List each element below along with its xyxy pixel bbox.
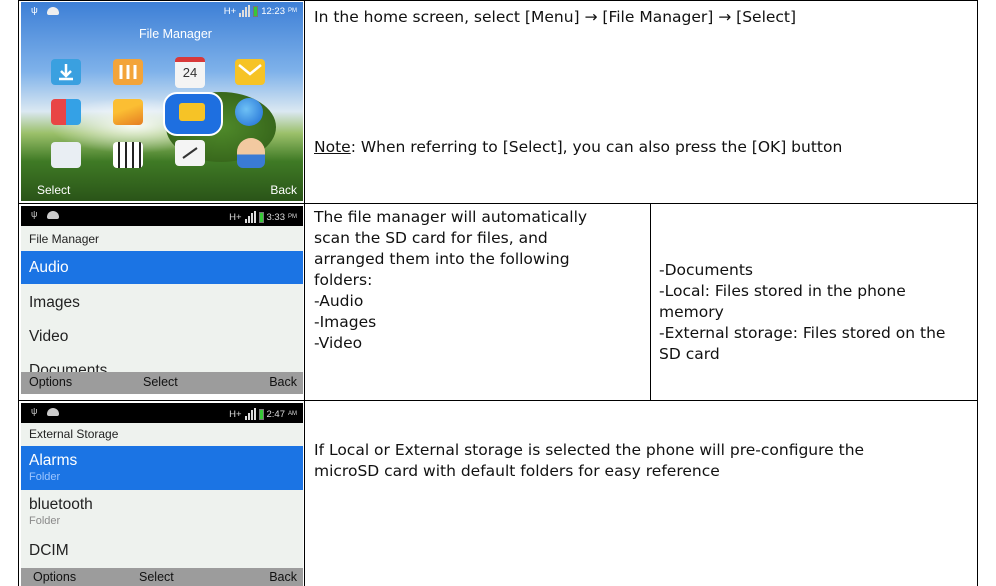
instruction-cell-1: In the home screen, select [Menu] → [Fil… [314, 7, 974, 28]
list-item-label: Video [29, 328, 69, 345]
description-cell-2b: -Documents -Local: Files stored in the p… [659, 260, 975, 365]
list-item-type: Folder [29, 515, 61, 527]
usb-icon: ψ [31, 406, 38, 416]
status-time: 12:23 [261, 5, 285, 17]
softkey-select[interactable]: Select [37, 183, 70, 197]
note-body: : When referring to [Select], you can al… [350, 138, 843, 156]
softkey-options[interactable]: Options [29, 375, 72, 389]
screen-title: External Storage [29, 427, 119, 441]
battery-icon [253, 5, 259, 17]
softkey-bar: Options Select Back [21, 568, 303, 586]
note-label: Note [314, 138, 351, 156]
text-line: SD card [659, 345, 720, 363]
softkey-back[interactable]: Back [270, 183, 297, 197]
list-item-label: Audio [29, 259, 69, 276]
network-type: H+ [229, 408, 242, 420]
list-item-label: bluetooth [29, 496, 93, 513]
softkey-back[interactable]: Back [269, 570, 297, 584]
text-line: scan the SD card for files, and [314, 229, 548, 247]
list-item-dcim[interactable]: DCIM [21, 542, 303, 560]
table-border-divider [304, 0, 305, 586]
usb-icon: ψ [31, 209, 38, 219]
list-item-label: Alarms [29, 452, 78, 469]
list-item-alarms[interactable]: Alarms Folder [21, 446, 303, 490]
text-line: If Local or External storage is selected… [314, 441, 865, 459]
status-time: 3:33 [266, 211, 286, 223]
note-cell-1: Note: When referring to [Select], you ca… [314, 137, 974, 158]
messages-app-icon[interactable] [235, 59, 265, 85]
tiles-app-icon[interactable] [51, 99, 81, 125]
android-icon [47, 408, 59, 416]
text-line: memory [659, 303, 724, 321]
text-line: -Images [314, 313, 377, 331]
list-item-type: Folder [29, 471, 61, 483]
status-ampm: AM [288, 411, 297, 417]
text-line: -External storage: Files stored on the [659, 324, 946, 342]
android-icon [47, 211, 59, 219]
gallery-app-icon[interactable] [113, 99, 143, 125]
status-bar: ψ H+ 2:47 AM [21, 403, 303, 423]
description-cell-2a: The file manager will automatically scan… [314, 207, 648, 354]
table-border-left [18, 0, 19, 586]
file-manager-app-icon[interactable] [163, 92, 223, 136]
list-item-label: Images [29, 294, 80, 311]
text-line: -Local: Files stored in the phone [659, 282, 906, 300]
settings-app-icon[interactable] [51, 142, 81, 168]
battery-icon [258, 211, 264, 223]
table-border-inner-col [650, 203, 651, 401]
text-line: -Audio [314, 292, 364, 310]
text-line: The file manager will automatically [314, 208, 588, 226]
status-ampm: PM [288, 214, 297, 220]
equalizer-app-icon[interactable] [113, 59, 143, 85]
clock-app-icon[interactable] [175, 140, 205, 166]
home-app-title: File Manager [139, 27, 212, 41]
softkey-back[interactable]: Back [269, 375, 297, 389]
table-border-right [977, 0, 978, 586]
text-line: folders: [314, 271, 373, 289]
battery-icon [258, 408, 264, 420]
table-border-row2 [18, 400, 978, 401]
list-item-label: DCIM [29, 542, 69, 559]
download-app-icon[interactable] [51, 59, 81, 85]
table-border-row1 [18, 203, 978, 204]
piano-app-icon[interactable] [113, 142, 143, 168]
text-line: -Documents [659, 261, 753, 279]
list-item-images[interactable]: Images [21, 294, 303, 312]
screen-title: File Manager [29, 232, 100, 246]
status-time: 2:47 [266, 408, 286, 420]
softkey-bar: Options Select Back [21, 372, 303, 394]
signal-icon [244, 211, 256, 223]
signal-icon [239, 5, 251, 17]
list-item-bluetooth[interactable]: bluetooth Folder [21, 496, 303, 527]
network-type: H+ [229, 211, 242, 223]
status-ampm: PM [288, 8, 297, 14]
android-icon [47, 7, 59, 15]
status-right: H+ 12:23 PM [224, 5, 297, 17]
text-line: -Video [314, 334, 363, 352]
status-bar: ψ H+ 12:23 PM [21, 2, 303, 22]
text-line: microSD card with default folders for ea… [314, 462, 720, 480]
softkey-options[interactable]: Options [33, 570, 76, 584]
contacts-app-icon[interactable] [237, 138, 265, 168]
usb-icon: ψ [31, 5, 38, 16]
network-type: H+ [223, 5, 237, 17]
description-cell-3: If Local or External storage is selected… [314, 440, 974, 482]
calendar-app-icon[interactable]: 24 [175, 57, 205, 88]
instruction-line: In the home screen, select [Menu] → [Fil… [314, 8, 797, 26]
text-line: arranged them into the following [314, 250, 570, 268]
list-item-audio[interactable]: Audio [21, 251, 303, 284]
softkey-select[interactable]: Select [143, 375, 178, 389]
file-manager-phone: ψ H+ 3:33 PM File Manager Audio Images V… [21, 206, 303, 394]
status-bar: ψ H+ 3:33 PM [21, 206, 303, 226]
signal-icon [244, 408, 256, 420]
home-screen-phone: ψ H+ 12:23 PM File Manager 24 Select Bac… [21, 2, 303, 201]
globe-app-icon[interactable] [235, 98, 263, 126]
external-storage-phone: ψ H+ 2:47 AM External Storage Alarms Fol… [21, 403, 303, 586]
table-border-top [18, 0, 978, 1]
list-item-video[interactable]: Video [21, 328, 303, 346]
softkey-select[interactable]: Select [139, 570, 174, 584]
